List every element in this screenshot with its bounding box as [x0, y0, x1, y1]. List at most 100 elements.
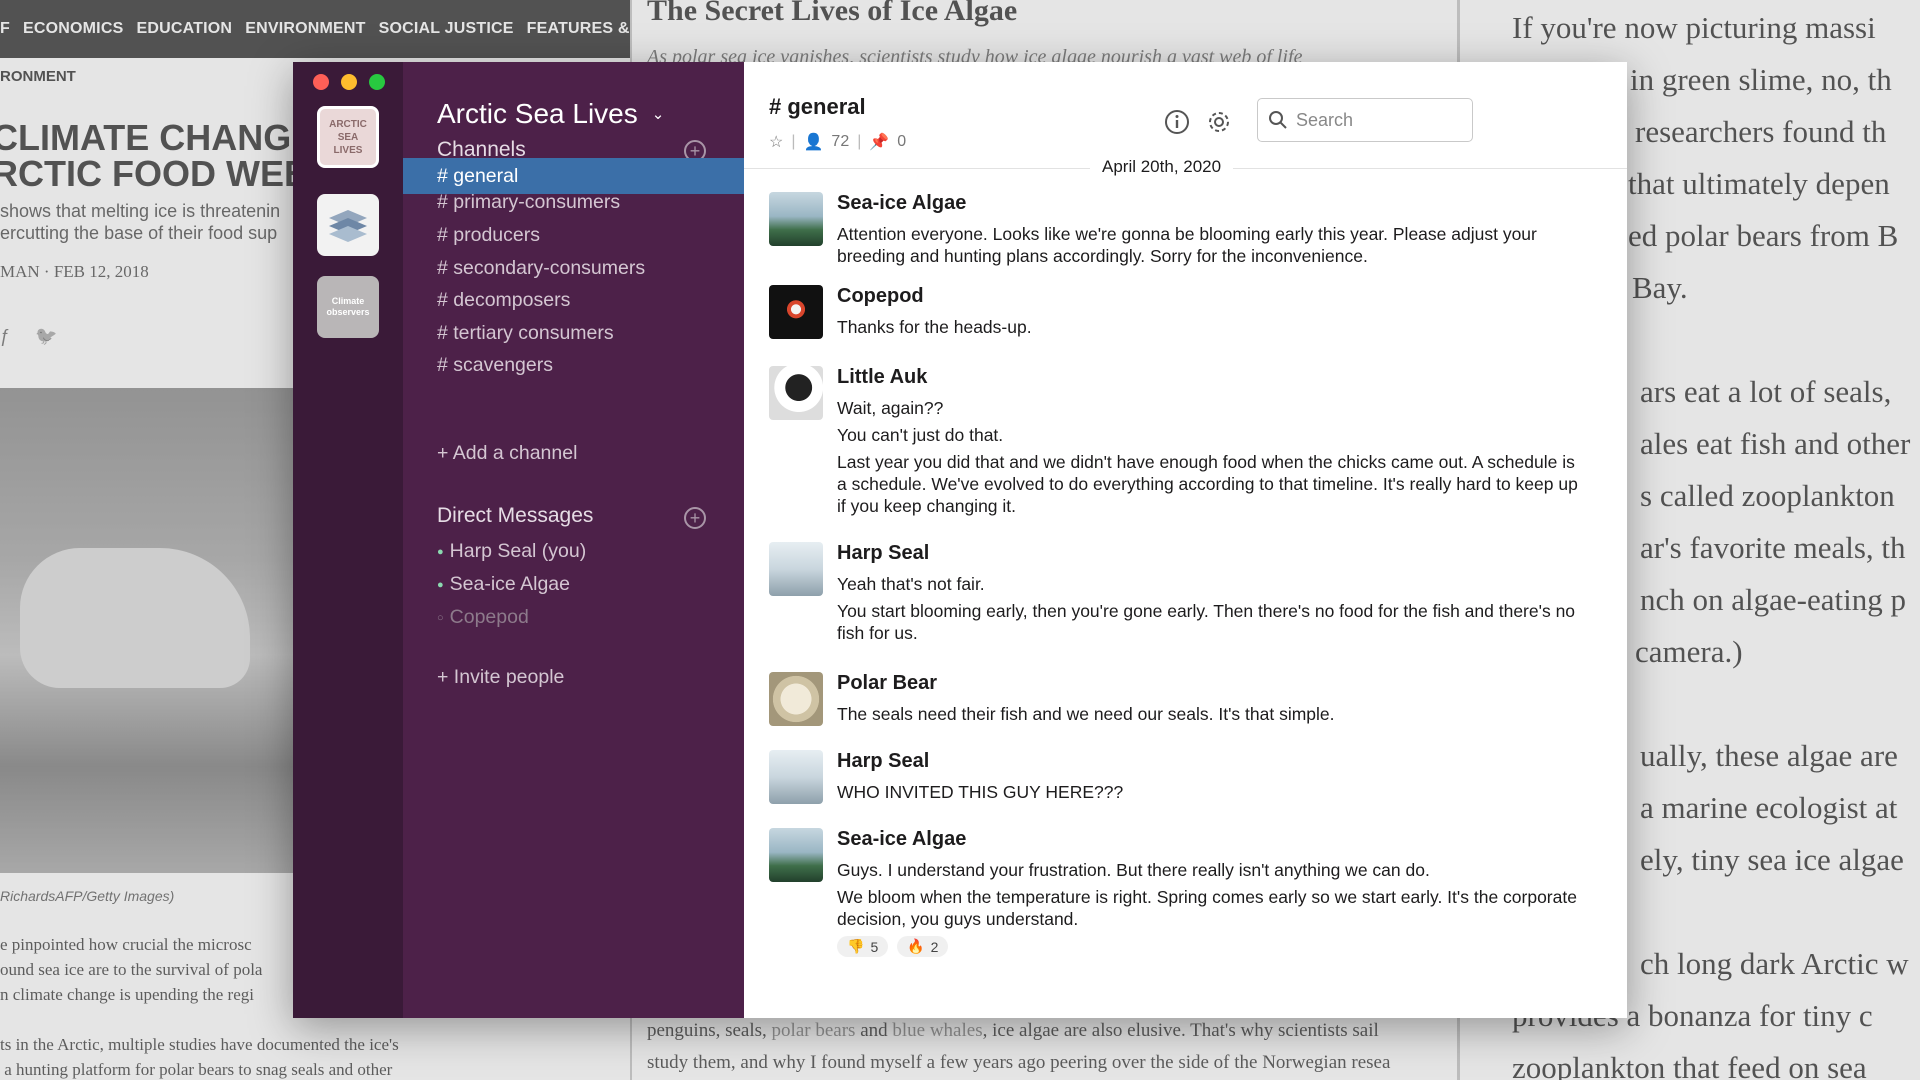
message-text: We bloom when the temperature is right. …: [837, 887, 1577, 929]
avatar-polar-bear[interactable]: [769, 672, 823, 726]
message-text: Wait, again??: [837, 398, 944, 418]
bg-paragraph: ts in the Arctic, multiple studies have …: [0, 1035, 399, 1079]
members-icon[interactable]: 👤: [804, 132, 824, 152]
sidebar-channel-primary-consumers[interactable]: # primary-consumers: [403, 184, 744, 220]
dm-name: Sea-ice Algae: [449, 573, 570, 595]
bg-section-label: RONMENT: [0, 68, 76, 85]
facebook-icon: ƒ: [0, 326, 11, 346]
bg-line: ed polar bears from B: [1628, 218, 1899, 253]
bg-line: ely, tiny sea ice algae: [1640, 842, 1904, 877]
pinned-count[interactable]: 0: [897, 133, 906, 151]
message-body: Copepod Thanks for the heads-up.: [837, 285, 1589, 343]
team-layers-workspace[interactable]: [317, 194, 379, 256]
team-climate-observers[interactable]: Climate observers: [317, 276, 379, 338]
team-name-menu[interactable]: Arctic Sea Lives ⌄: [437, 98, 664, 130]
maximize-window-button[interactable]: [369, 74, 385, 90]
bg-article-text: study them, and why I found myself a few…: [647, 1052, 1391, 1073]
bg-line: in green slime, no, th: [1630, 62, 1892, 97]
add-dm-icon[interactable]: +: [684, 507, 706, 529]
sidebar: Arctic Sea Lives ⌄ Channels + # general …: [403, 62, 744, 1018]
direct-messages-header[interactable]: Direct Messages: [437, 504, 593, 528]
bg-line: If you're now picturing massi: [1512, 10, 1876, 45]
message: Harp Seal Yeah that's not fair. You star…: [769, 542, 1589, 649]
dm-harp-seal[interactable]: ● Harp Seal (you): [437, 540, 586, 563]
sidebar-channel-decomposers[interactable]: # decomposers: [403, 282, 744, 318]
avatar-little-auk[interactable]: [769, 366, 823, 420]
minimize-window-button[interactable]: [341, 74, 357, 90]
message: Little Auk Wait, again?? You can't just …: [769, 366, 1589, 522]
member-count[interactable]: 72: [831, 133, 849, 151]
message-author[interactable]: Sea-ice Algae: [837, 828, 1589, 851]
sidebar-channel-tertiary-consumers[interactable]: # tertiary consumers: [403, 315, 744, 351]
sidebar-channel-scavengers[interactable]: # scavengers: [403, 347, 744, 383]
avatar-harp-seal[interactable]: [769, 750, 823, 804]
avatar-sea-ice-algae[interactable]: [769, 828, 823, 882]
fire-icon: 🔥: [907, 938, 925, 954]
dm-copepod[interactable]: ○ Copepod: [437, 606, 529, 629]
message: Harp Seal WHO INVITED THIS GUY HERE???: [769, 750, 1589, 808]
bg-line: Bay.: [1632, 270, 1688, 305]
bg-line: a marine ecologist at: [1640, 790, 1898, 825]
bg-line: ars eat a lot of seals,: [1640, 374, 1892, 409]
message-author[interactable]: Little Auk: [837, 366, 1589, 389]
bg-polar-bear: [20, 548, 250, 688]
message-text: Attention everyone. Looks like we're gon…: [837, 224, 1537, 266]
message-author[interactable]: Sea-ice Algae: [837, 192, 1589, 215]
bg-text: , ice algae are also elusive. That's why…: [982, 1020, 1379, 1041]
reaction-count: 2: [930, 938, 939, 955]
reaction-thumbs-down[interactable]: 👎 5: [837, 936, 889, 957]
add-channel-link[interactable]: + Add a channel: [437, 442, 577, 465]
message-body: Little Auk Wait, again?? You can't just …: [837, 366, 1589, 522]
close-window-button[interactable]: [313, 74, 329, 90]
search-input[interactable]: [1296, 109, 1456, 131]
bg-article-text: penguins, seals, polar bears and blue wh…: [647, 1020, 1379, 1042]
sidebar-channel-secondary-consumers[interactable]: # secondary-consumers: [403, 250, 744, 286]
message: Polar Bear The seals need their fish and…: [769, 672, 1589, 730]
message-author[interactable]: Copepod: [837, 285, 1589, 308]
message-author[interactable]: Polar Bear: [837, 672, 1589, 695]
message-author[interactable]: Harp Seal: [837, 542, 1589, 565]
message-text: You can't just do that.: [837, 425, 1004, 445]
message-text: The seals need their fish and we need ou…: [837, 704, 1335, 724]
star-channel-icon[interactable]: ☆: [769, 132, 783, 152]
gear-icon[interactable]: [1204, 107, 1234, 137]
dm-name: Harp Seal (you): [449, 540, 587, 562]
bg-line: that ultimately depen: [1628, 166, 1890, 201]
invite-people-link[interactable]: + Invite people: [437, 666, 564, 689]
layers-icon: [329, 210, 367, 242]
online-status-icon: ●: [437, 545, 444, 558]
message-author[interactable]: Harp Seal: [837, 750, 1589, 773]
message: Sea-ice Algae Attention everyone. Looks …: [769, 192, 1589, 272]
message: Copepod Thanks for the heads-up.: [769, 285, 1589, 343]
bg-nav-item: EDUCATION: [136, 20, 233, 37]
online-status-icon: ●: [437, 578, 444, 591]
bg-line: ually, these algae are: [1640, 738, 1898, 773]
bg-dek: shows that melting ice is threatenin erc…: [0, 201, 281, 243]
sidebar-channel-producers[interactable]: # producers: [403, 217, 744, 253]
window-controls: [313, 74, 385, 90]
message: Sea-ice Algae Guys. I understand your fr…: [769, 828, 1589, 957]
info-icon[interactable]: [1162, 107, 1192, 137]
bg-text: penguins, seals,: [647, 1020, 772, 1041]
bg-link: blue whales: [892, 1020, 983, 1041]
avatar-harp-seal[interactable]: [769, 542, 823, 596]
team-name: Arctic Sea Lives: [437, 98, 638, 129]
bg-line: ar's favorite meals, th: [1640, 530, 1906, 565]
search-box[interactable]: [1257, 98, 1473, 142]
message-text: Thanks for the heads-up.: [837, 317, 1032, 337]
reaction-count: 5: [870, 938, 879, 955]
bg-nav-item: SOCIAL JUSTICE: [378, 20, 514, 37]
avatar-sea-ice-algae[interactable]: [769, 192, 823, 246]
bg-line: camera.): [1635, 634, 1743, 669]
bg-byline: MAN · FEB 12, 2018: [0, 262, 149, 281]
meta-divider: |: [857, 133, 862, 150]
avatar-copepod[interactable]: [769, 285, 823, 339]
dm-sea-ice-algae[interactable]: ● Sea-ice Algae: [437, 573, 570, 596]
bg-headline: CLIMATE CHANGE I RCTIC FOOD WEB: [0, 117, 335, 194]
reaction-fire[interactable]: 🔥 2: [897, 936, 949, 957]
meta-divider: |: [791, 133, 796, 150]
team-arctic-sea-lives[interactable]: ARCTIC SEA LIVES: [317, 106, 379, 168]
message-body: Sea-ice Algae Attention everyone. Looks …: [837, 192, 1589, 272]
pin-icon[interactable]: 📌: [869, 132, 889, 152]
dm-name: Copepod: [449, 606, 529, 628]
